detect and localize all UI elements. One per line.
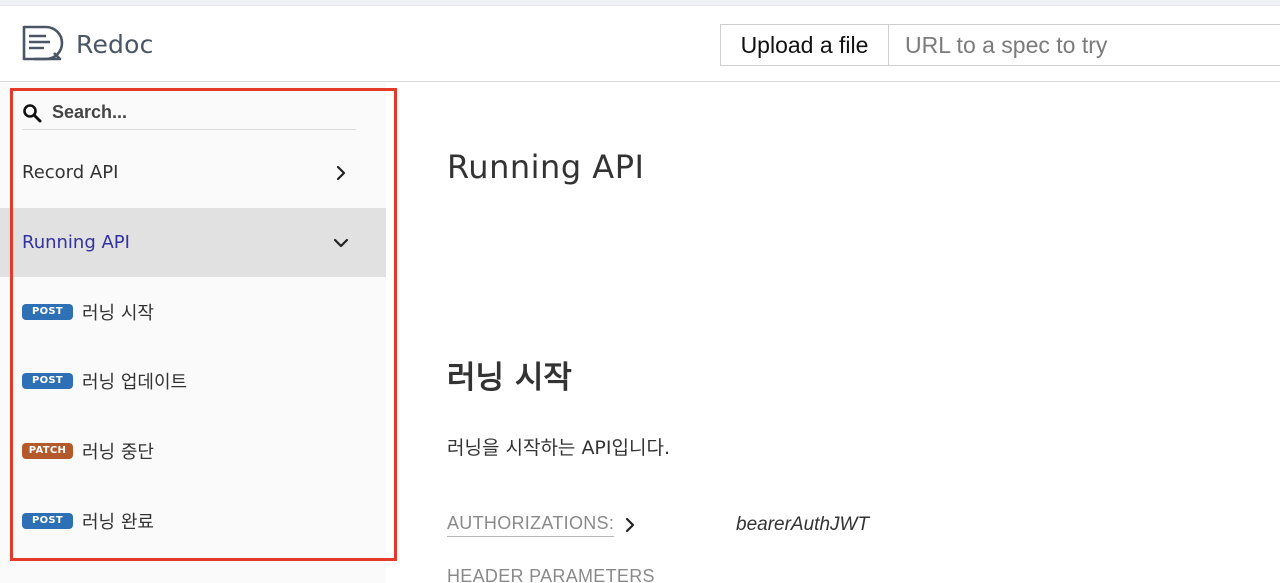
sidebar-item-label: Record API <box>22 162 119 183</box>
operation-title: 러닝 시작 <box>447 360 572 396</box>
header-parameters-heading: HEADER PARAMETERS <box>447 566 655 583</box>
method-badge-post: POST <box>22 372 73 389</box>
operation-label: 러닝 업데이트 <box>82 371 188 393</box>
operation-label: 러닝 중단 <box>82 441 154 463</box>
sidebar-item-record-api[interactable]: Record API <box>0 138 386 207</box>
method-badge-post: POST <box>22 303 73 320</box>
operation-label: 러닝 완료 <box>82 511 154 533</box>
sidebar-search <box>22 96 356 130</box>
search-input[interactable] <box>52 102 342 123</box>
chevron-right-icon <box>336 165 346 180</box>
logo-text: Redoc <box>76 29 154 59</box>
spec-url-input[interactable] <box>888 24 1280 66</box>
sidebar-operation-update-running[interactable]: POST 러닝 업데이트 <box>0 346 386 415</box>
method-badge-patch: PATCH <box>22 442 73 459</box>
authorizations-toggle[interactable]: AUTHORIZATIONS: <box>447 513 638 537</box>
section-title: Running API <box>447 148 645 186</box>
search-icon <box>23 103 42 122</box>
redoc-logo-icon <box>22 25 64 61</box>
authorizations-label: AUTHORIZATIONS: <box>447 513 615 537</box>
chevron-down-icon <box>333 238 349 247</box>
sidebar-operation-complete-running[interactable]: POST 러닝 완료 <box>0 486 386 555</box>
operation-label: 러닝 시작 <box>82 302 154 324</box>
top-bar: Redoc Upload a file <box>0 6 1280 82</box>
sidebar-operation-start-running[interactable]: POST 러닝 시작 <box>0 277 386 346</box>
authorizations-value: bearerAuthJWT <box>736 514 870 535</box>
sidebar-item-running-api[interactable]: Running API <box>0 208 386 277</box>
method-badge-post: POST <box>22 512 73 529</box>
sidebar-operation-stop-running[interactable]: PATCH 러닝 중단 <box>0 416 386 485</box>
chevron-right-icon <box>626 517 635 533</box>
sidebar-item-label: Running API <box>22 232 130 253</box>
operation-description: 러닝을 시작하는 API입니다. <box>447 437 670 459</box>
upload-file-button[interactable]: Upload a file <box>720 24 889 66</box>
logo: Redoc <box>20 24 154 64</box>
